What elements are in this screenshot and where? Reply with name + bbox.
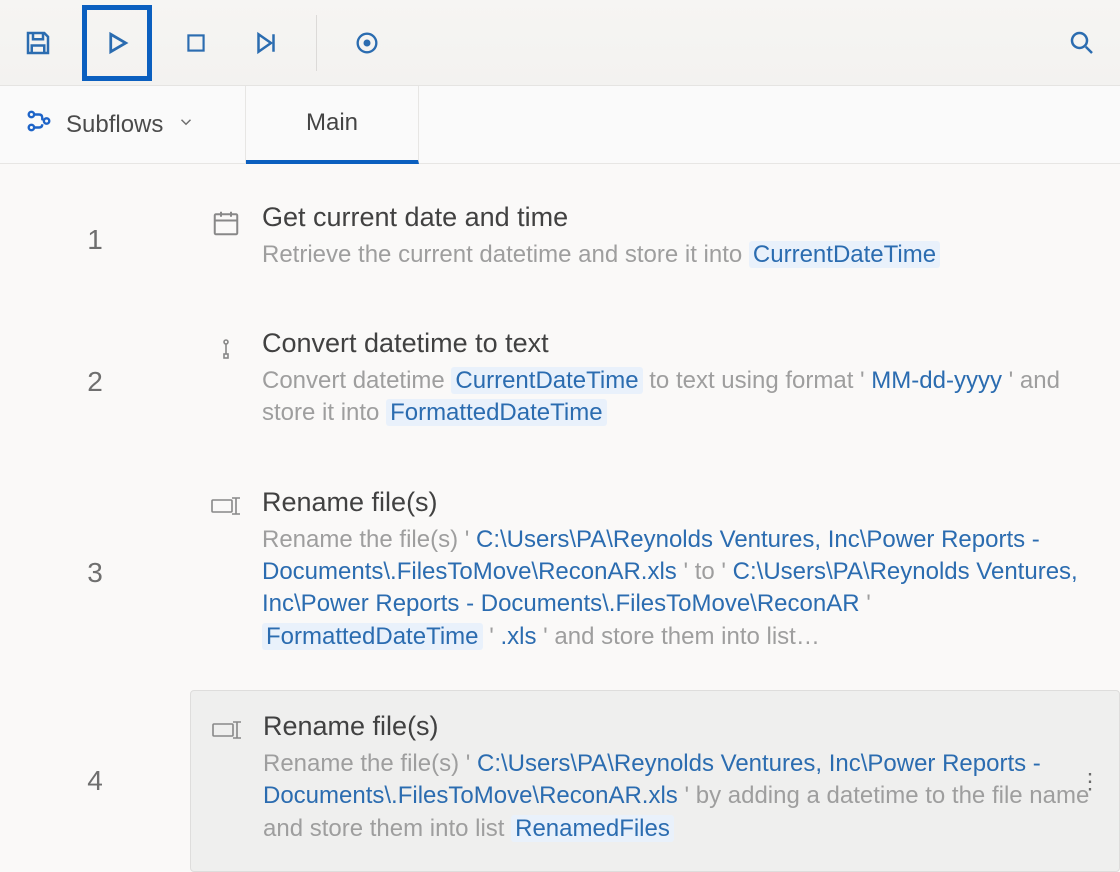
literal-token: .xls: [500, 623, 536, 650]
save-button[interactable]: [12, 17, 64, 69]
step-number: 3: [0, 467, 190, 680]
step-description: Rename the file(s) ' C:\Users\PA\Reynold…: [262, 524, 1094, 654]
rename-file-icon: [208, 487, 244, 519]
chevron-down-icon: [177, 113, 195, 137]
flow-step[interactable]: 1 Get current date and time Retrieve the…: [0, 182, 1120, 297]
convert-icon: [208, 328, 244, 364]
calendar-icon: [208, 202, 244, 238]
step-number: 4: [0, 690, 190, 872]
rename-file-icon: [209, 711, 245, 743]
flow-step[interactable]: 3 Rename file(s) Rename the file(s) ' C:…: [0, 467, 1120, 680]
variable-token: FormattedDateTime: [386, 399, 607, 426]
step-title: Rename file(s): [262, 487, 1094, 518]
run-next-button[interactable]: [240, 17, 292, 69]
tab-main[interactable]: Main: [246, 86, 419, 164]
tab-bar: Subflows Main: [0, 86, 1120, 164]
stop-button[interactable]: [170, 17, 222, 69]
step-title: Get current date and time: [262, 202, 1094, 233]
tab-main-label: Main: [306, 109, 358, 137]
step-description: Rename the file(s) ' C:\Users\PA\Reynold…: [263, 748, 1093, 845]
search-button[interactable]: [1056, 17, 1108, 69]
subflows-dropdown[interactable]: Subflows: [0, 86, 246, 163]
variable-token: RenamedFiles: [511, 815, 674, 842]
subflows-icon: [26, 108, 52, 141]
more-options-button[interactable]: ⋮: [1079, 774, 1101, 787]
step-title: Convert datetime to text: [262, 328, 1094, 359]
run-button[interactable]: [82, 5, 152, 81]
record-button[interactable]: [341, 17, 393, 69]
flow-step[interactable]: 2 Convert datetime to text Convert datet…: [0, 308, 1120, 456]
step-description: Convert datetime CurrentDateTime to text…: [262, 365, 1094, 430]
step-number: 1: [0, 182, 190, 297]
literal-token: MM-dd-yyyy: [871, 367, 1002, 394]
subflows-label: Subflows: [66, 111, 163, 139]
flow-canvas: 1 Get current date and time Retrieve the…: [0, 164, 1120, 872]
variable-token: CurrentDateTime: [749, 241, 940, 268]
flow-step[interactable]: 4 Rename file(s) Rename the file(s) ' C:…: [0, 690, 1120, 872]
step-description: Retrieve the current datetime and store …: [262, 239, 1094, 271]
variable-token: CurrentDateTime: [451, 367, 642, 394]
step-number: 2: [0, 308, 190, 456]
step-title: Rename file(s): [263, 711, 1093, 742]
toolbar: [0, 0, 1120, 86]
toolbar-separator: [316, 15, 317, 71]
variable-token: FormattedDateTime: [262, 623, 483, 650]
